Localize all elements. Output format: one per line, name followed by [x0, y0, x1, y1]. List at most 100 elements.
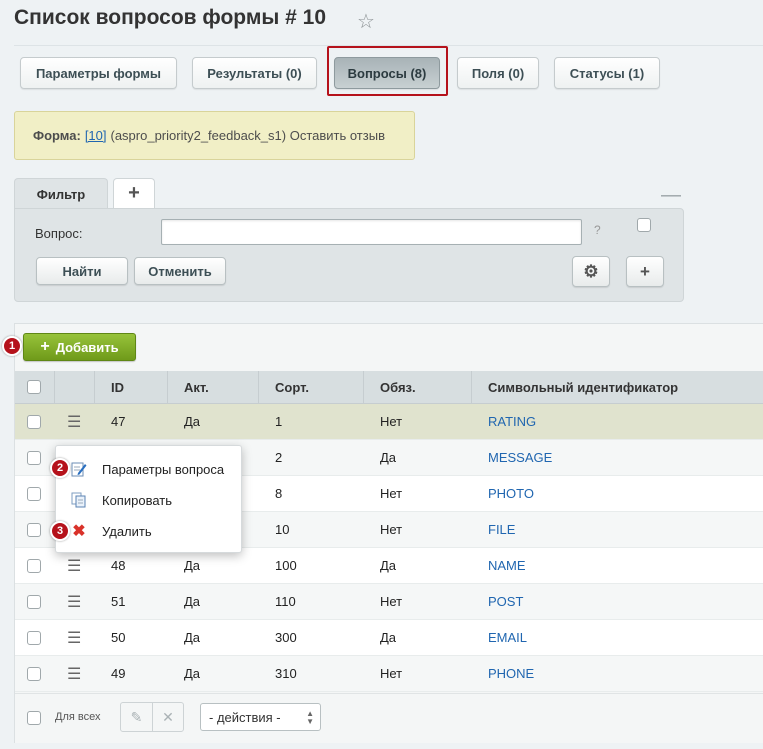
form-info-note: Форма: [10] (aspro_priority2_feedback_s1…	[14, 111, 415, 160]
cell-required: Да	[380, 450, 397, 465]
column-active[interactable]: Акт.	[168, 371, 259, 403]
table-row[interactable]: ☰ 49 Да 310 Нет PHONE	[15, 656, 763, 692]
filter-field-checkbox[interactable]	[637, 218, 651, 232]
row-menu-icon[interactable]: ☰	[67, 630, 81, 647]
column-symbol-id[interactable]: Символьный идентификатор	[472, 371, 763, 403]
favorite-star-icon[interactable]: ☆	[357, 9, 375, 34]
tab-results[interactable]: Результаты (0)	[192, 57, 317, 89]
tab-form-params[interactable]: Параметры формы	[20, 57, 177, 89]
cell-symbol-id[interactable]: POST	[472, 594, 763, 609]
actions-header	[55, 371, 95, 403]
for-all-checkbox[interactable]	[27, 711, 41, 725]
page-title: Список вопросов формы # 10	[14, 6, 327, 29]
question-field-label: Вопрос:	[35, 226, 83, 241]
plus-icon: +	[640, 261, 650, 281]
table-header: ID Акт. Сорт. Обяз. Символьный идентифик…	[15, 371, 763, 404]
find-button[interactable]: Найти	[36, 257, 128, 285]
add-button-label: Добавить	[55, 339, 119, 355]
plus-icon: +	[40, 338, 50, 355]
cell-required: Нет	[380, 594, 403, 609]
cell-id: 50	[111, 630, 126, 645]
cell-required: Нет	[380, 414, 403, 429]
cell-symbol-id[interactable]: NAME	[472, 558, 763, 573]
gear-icon: ⚙	[583, 261, 599, 281]
menu-item-delete[interactable]: ✖ Удалить	[56, 516, 241, 546]
select-all-header	[15, 371, 55, 403]
filter-settings-button[interactable]: ⚙	[572, 256, 610, 287]
add-filter-field-button[interactable]: +	[626, 256, 664, 287]
row-checkbox[interactable]	[27, 450, 41, 465]
cell-active: Да	[184, 558, 201, 573]
group-edit-buttons: ✎ ✕	[120, 702, 184, 732]
cell-active: Да	[184, 630, 201, 645]
menu-item-label: Копировать	[102, 492, 172, 508]
table-row[interactable]: ☰ 48 Да 100 Да NAME	[15, 548, 763, 584]
column-required[interactable]: Обяз.	[364, 371, 472, 403]
filter-panel: Вопрос: ? Найти Отменить ⚙ +	[14, 208, 684, 302]
copy-icon	[70, 491, 88, 509]
add-filter-tab-button[interactable]: +	[113, 178, 155, 208]
table-row[interactable]: ☰ 51 Да 110 Нет POST	[15, 584, 763, 620]
form-note-text: (aspro_priority2_feedback_s1) Оставить о…	[110, 128, 385, 143]
cell-id: 48	[111, 558, 126, 573]
cancel-button[interactable]: Отменить	[134, 257, 226, 285]
row-checkbox[interactable]	[27, 486, 41, 501]
help-icon[interactable]: ?	[594, 223, 601, 237]
for-all-label: Для всех	[55, 711, 101, 723]
menu-item-label: Параметры вопроса	[102, 461, 225, 477]
tab-fields[interactable]: Поля (0)	[457, 57, 539, 89]
column-id[interactable]: ID	[95, 371, 168, 403]
row-checkbox[interactable]	[27, 558, 41, 573]
row-menu-icon[interactable]: ☰	[67, 594, 81, 611]
row-checkbox[interactable]	[27, 594, 41, 609]
cell-id: 47	[111, 414, 126, 429]
delete-x-icon[interactable]: ✕	[151, 703, 183, 731]
cell-symbol-id[interactable]: EMAIL	[472, 630, 763, 645]
filter-tab[interactable]: Фильтр	[14, 178, 108, 209]
question-input[interactable]	[161, 219, 582, 245]
table-footer: Для всех ✎ ✕ - действия - ▲ ▼	[15, 693, 763, 743]
cell-active: Да	[184, 666, 201, 681]
cell-sort: 100	[275, 558, 297, 573]
menu-item-label: Удалить	[102, 523, 152, 539]
cell-required: Нет	[380, 522, 403, 537]
cell-required: Да	[380, 558, 397, 573]
cell-symbol-id[interactable]: RATING	[472, 414, 763, 429]
minimize-filter-icon[interactable]: —	[661, 184, 681, 207]
column-sort[interactable]: Сорт.	[259, 371, 364, 403]
table-row[interactable]: ☰ 50 Да 300 Да EMAIL	[15, 620, 763, 656]
actions-select[interactable]: - действия - ▲ ▼	[200, 703, 321, 731]
pencil-icon[interactable]: ✎	[121, 703, 152, 731]
row-checkbox[interactable]	[27, 666, 41, 681]
table-row[interactable]: ☰ 47 Да 1 Нет RATING	[15, 404, 763, 440]
cell-sort: 10	[275, 522, 290, 537]
step-badge-3: 3	[50, 521, 70, 541]
row-checkbox[interactable]	[27, 522, 41, 537]
add-question-button[interactable]: + Добавить	[23, 333, 136, 361]
active-tab-highlight	[327, 46, 448, 96]
cell-symbol-id[interactable]: FILE	[472, 522, 763, 537]
delete-icon: ✖	[72, 523, 86, 540]
row-menu-icon[interactable]: ☰	[67, 666, 81, 683]
row-menu-icon[interactable]: ☰	[67, 414, 81, 431]
cell-required: Нет	[380, 666, 403, 681]
menu-item-copy[interactable]: Копировать	[56, 485, 241, 515]
step-badge-2: 2	[50, 458, 70, 478]
tab-statuses[interactable]: Статусы (1)	[554, 57, 660, 89]
cell-symbol-id[interactable]: PHOTO	[472, 486, 763, 501]
cell-active: Да	[184, 414, 201, 429]
cell-id: 49	[111, 666, 126, 681]
cell-active: Да	[184, 594, 201, 609]
row-checkbox[interactable]	[27, 414, 41, 429]
row-menu-icon[interactable]: ☰	[67, 558, 81, 575]
row-checkbox[interactable]	[27, 630, 41, 645]
cell-required: Да	[380, 630, 397, 645]
menu-item-question-params[interactable]: Параметры вопроса	[56, 454, 241, 484]
select-all-checkbox[interactable]	[27, 380, 41, 394]
cell-sort: 8	[275, 486, 283, 501]
form-link[interactable]: [10]	[85, 128, 107, 143]
select-arrows-icon: ▲ ▼	[306, 709, 314, 726]
cell-symbol-id[interactable]: PHONE	[472, 666, 763, 681]
cell-symbol-id[interactable]: MESSAGE	[472, 450, 763, 465]
cell-sort: 300	[275, 630, 297, 645]
